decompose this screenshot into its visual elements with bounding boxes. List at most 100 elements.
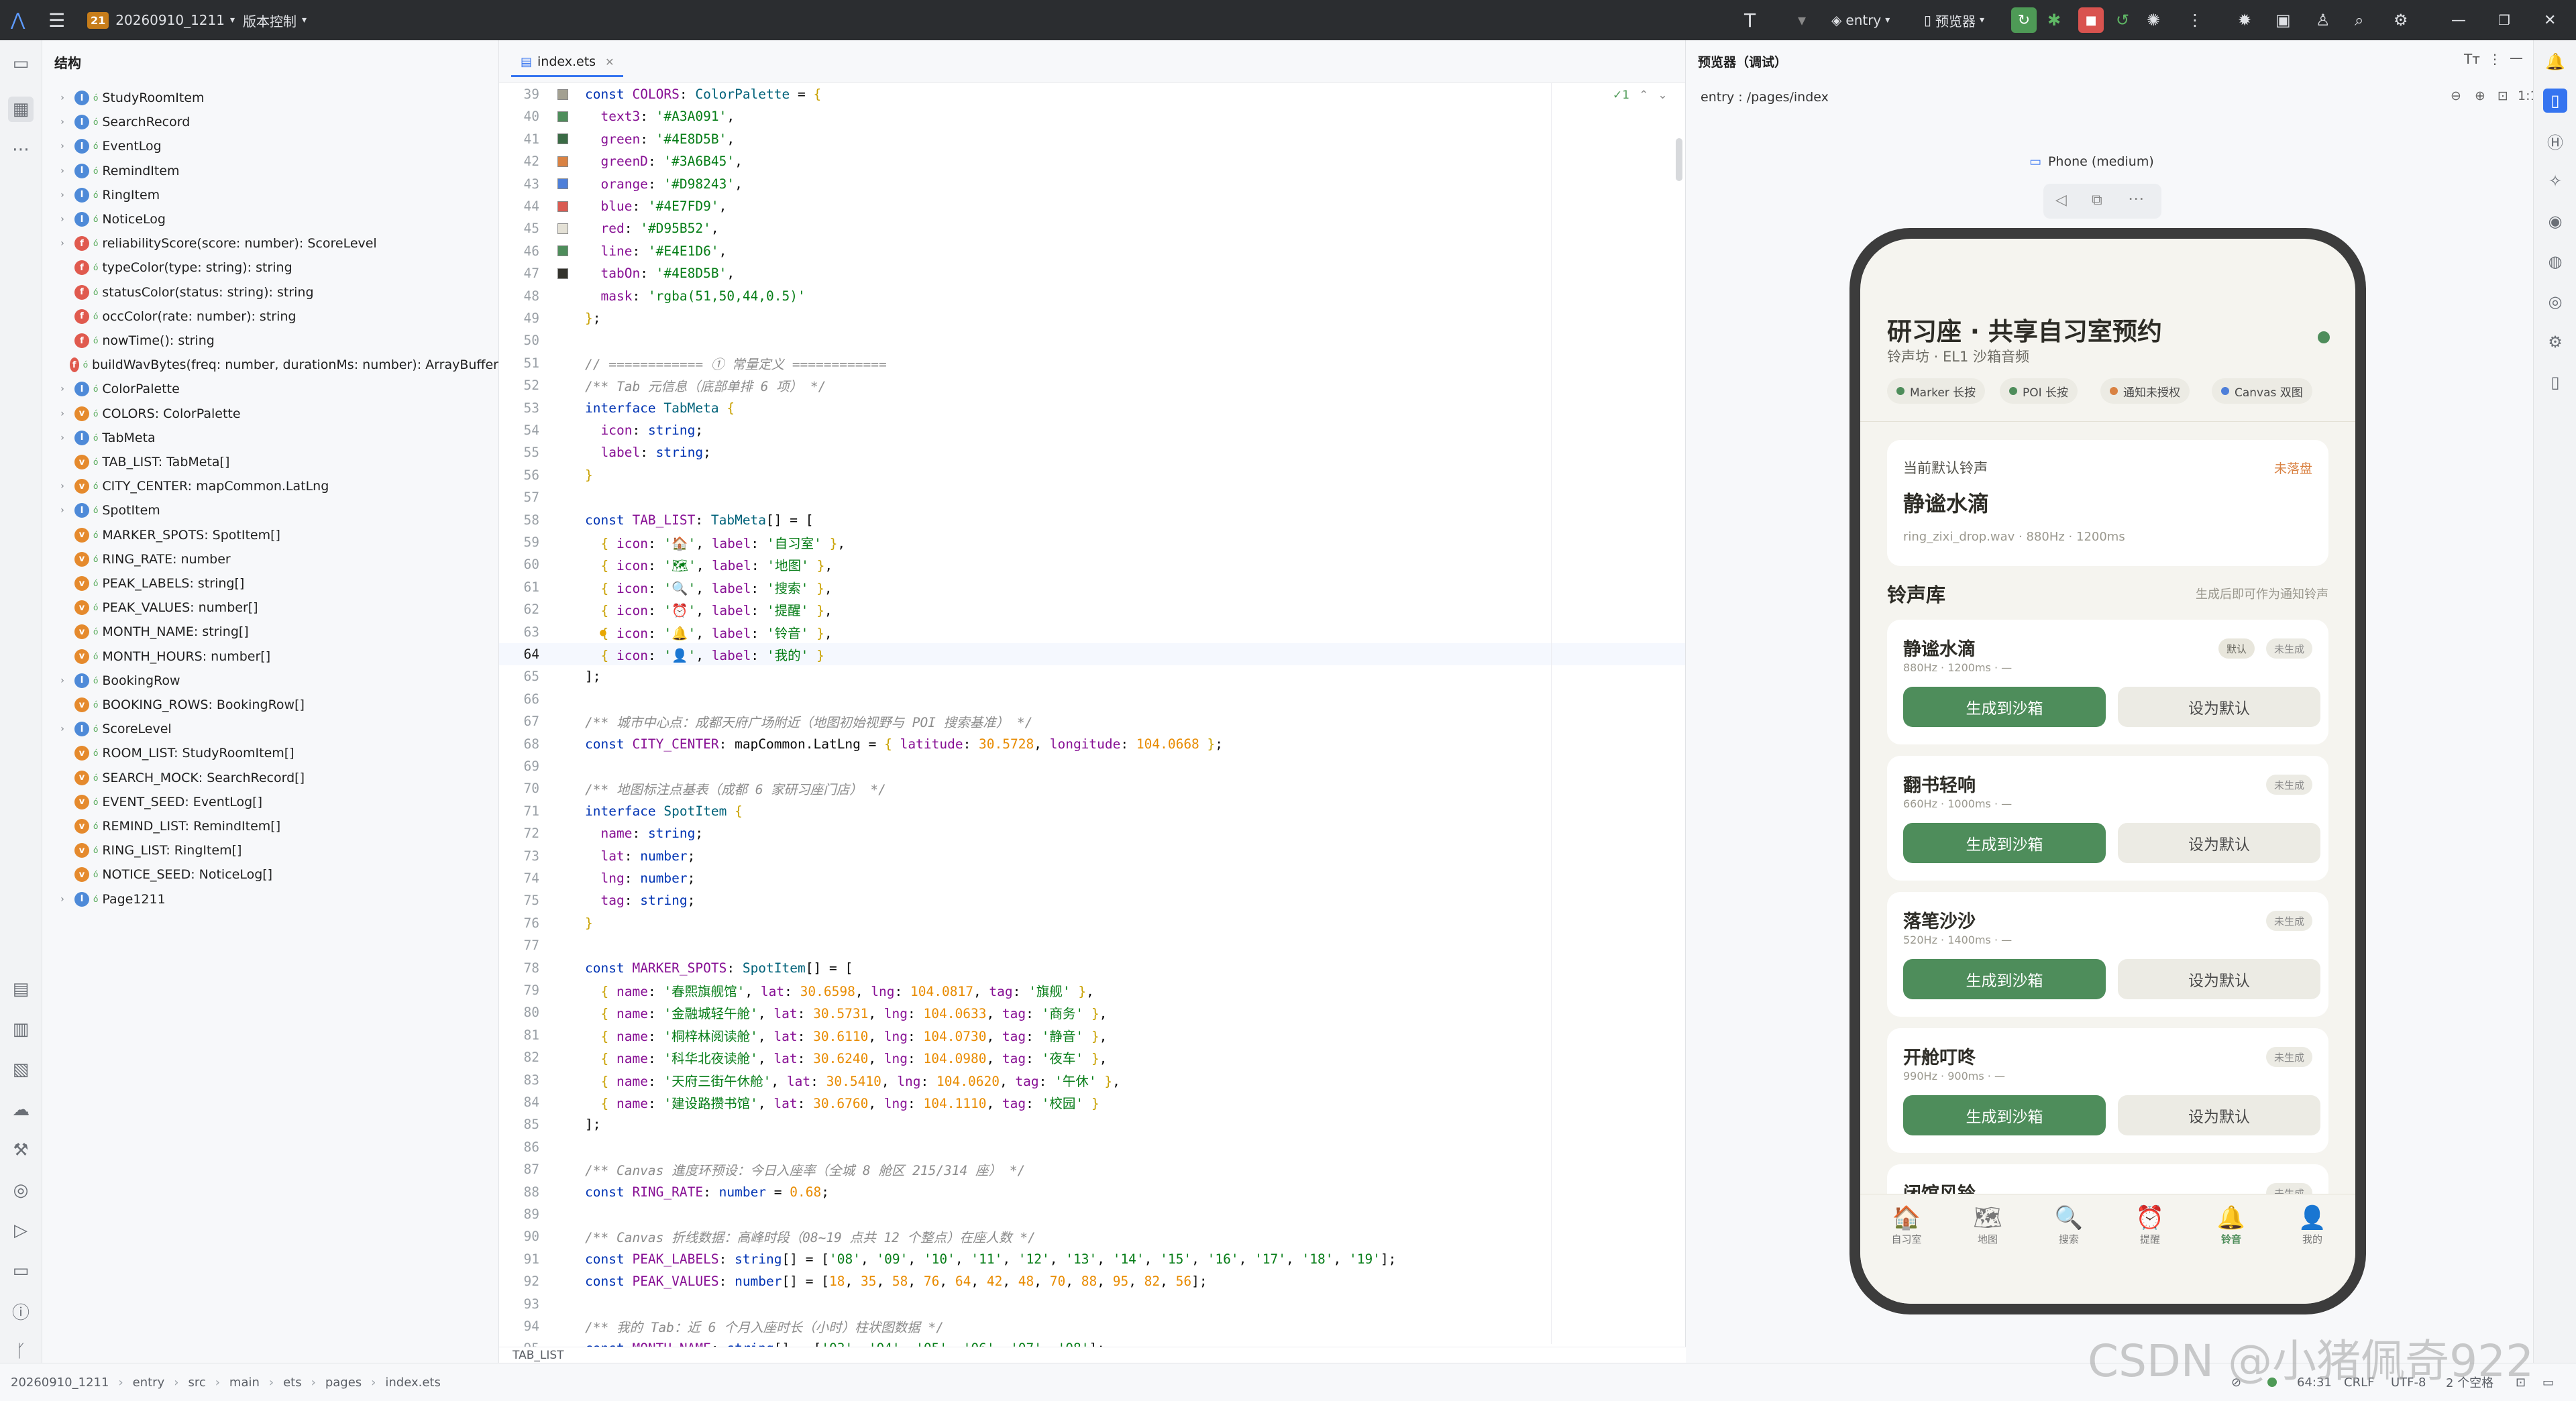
device-manager-icon[interactable]: ✹ [2238,0,2251,40]
line-number[interactable]: 43 [499,176,553,192]
device-type-label[interactable]: ▭ Phone (medium) [2029,154,2154,169]
line-number[interactable]: 59 [499,535,553,550]
copilot-icon[interactable]: ◉ [2543,209,2567,233]
gear-small-icon[interactable]: ⚙ [2543,330,2567,354]
restore-icon[interactable]: ❐ [2498,0,2510,40]
line-number[interactable]: 88 [499,1184,553,1200]
structure-item[interactable]: v ó TAB_LIST: TabMeta[] [42,450,498,474]
color-swatch-icon[interactable] [557,201,568,212]
structure-item[interactable]: f ó typeColor(type: string): string [42,256,498,280]
settings-gear-icon[interactable]: ⚙ [2394,0,2408,40]
structure-item[interactable]: › Ió EventLog [42,134,498,158]
arkui-inspector-icon[interactable]: ◍ [2543,249,2567,274]
structure-item[interactable]: v ó PEAK_LABELS: string[] [42,571,498,596]
rotate-icon[interactable]: ⧉ [2092,192,2102,209]
line-number[interactable]: 51 [499,355,553,371]
profiler-icon[interactable]: ✺ [2147,0,2160,40]
breadcrumb-item[interactable]: src [188,1376,205,1390]
line-number[interactable]: 65 [499,669,553,684]
color-swatch-icon[interactable] [557,156,568,167]
structure-item[interactable]: › Ió ColorPalette [42,377,498,401]
structure-item[interactable]: f ó buildWavBytes(freq: number, durationMs… [42,353,498,377]
set-default-button[interactable]: 设为默认 [2118,687,2320,727]
line-number[interactable]: 46 [499,243,553,259]
services-icon[interactable]: ◎ [8,1178,34,1203]
line-number[interactable]: 79 [499,983,553,998]
debug-icon[interactable]: ✱ [2047,0,2061,40]
line-number[interactable]: 69 [499,759,553,774]
set-default-button[interactable]: 设为默认 [2118,1095,2320,1135]
tab-index-ets[interactable]: ▤ index.ets ✕ [511,48,624,77]
feature-chip[interactable]: Marker 长按 [1887,378,1986,404]
stop-button[interactable]: ■ [2078,0,2104,40]
line-number[interactable]: 91 [499,1251,553,1267]
line-number[interactable]: 87 [499,1162,553,1177]
zoom-in-icon[interactable]: ⊕ [2475,89,2485,103]
line-number[interactable]: 58 [499,512,553,528]
bookmarks-icon[interactable]: ▤ [8,976,34,1002]
line-number[interactable]: 40 [499,109,553,124]
structure-item[interactable]: › Ió BookingRow [42,669,498,693]
line-number[interactable]: 63 [499,624,553,640]
structure-item[interactable]: › Ió ScoreLevel [42,717,498,741]
problems-icon[interactable]: ⓘ [8,1298,34,1324]
chevron-right-icon[interactable]: › [56,505,69,516]
structure-item[interactable]: f ó statusColor(status: string): string [42,280,498,304]
account-icon[interactable]: ♙ [2316,0,2330,40]
structure-item[interactable]: › Ió NoticeLog [42,207,498,231]
tab-item[interactable]: 🗺 地图 [1954,1204,2021,1246]
line-number[interactable]: 86 [499,1139,553,1155]
line-number[interactable]: 61 [499,579,553,595]
chevron-right-icon[interactable]: › [56,214,69,225]
line-number[interactable]: 47 [499,266,553,281]
line-number[interactable]: 55 [499,445,553,460]
generate-button[interactable]: 生成到沙箱 [1903,1095,2106,1135]
run-config-select[interactable]: ◈ entry ▾ [1831,0,1890,40]
line-number[interactable]: 80 [499,1005,553,1020]
line-number[interactable]: 85 [499,1117,553,1132]
structure-item[interactable]: v ó RING_LIST: RingItem[] [42,838,498,862]
structure-item[interactable]: v ó REMIND_LIST: RemindItem[] [42,814,498,838]
tab-close-icon[interactable]: ✕ [605,56,614,68]
color-swatch-icon[interactable] [557,111,568,122]
close-icon[interactable]: ✕ [2544,0,2556,40]
line-number[interactable]: 56 [499,467,553,483]
feature-chip[interactable]: POI 长按 [2000,378,2078,404]
line-number[interactable]: 73 [499,848,553,864]
line-number[interactable]: 44 [499,199,553,214]
feature-chip[interactable]: 通知未授权 [2100,378,2190,404]
breadcrumb-item[interactable]: index.ets [385,1376,440,1390]
line-number[interactable]: 81 [499,1027,553,1043]
generate-button[interactable]: 生成到沙箱 [1903,823,2106,863]
tab-item[interactable]: 🔍 搜索 [2035,1204,2102,1246]
chevron-right-icon[interactable]: › [56,190,69,201]
structure-item[interactable]: v ó MONTH_NAME: string[] [42,620,498,644]
eye-icon[interactable]: ◎ [2543,290,2567,314]
line-number[interactable]: 48 [499,288,553,304]
structure-item[interactable]: v ó NOTICE_SEED: NoticeLog[] [42,862,498,887]
more-options-icon[interactable]: ⋯ [2128,189,2144,208]
breadcrumb-item[interactable]: ets [283,1376,302,1390]
structure-item[interactable]: › v ó CITY_CENTER: mapCommon.LatLng [42,474,498,498]
line-number[interactable]: 82 [499,1050,553,1065]
structure-item[interactable]: v ó RING_RATE: number [42,547,498,571]
build-icon[interactable]: ⚒ [8,1137,34,1163]
line-number[interactable]: 50 [499,333,553,348]
structure-item[interactable]: › v ó COLORS: ColorPalette [42,402,498,426]
chevron-right-icon[interactable]: › [56,141,69,152]
structure-item[interactable]: › Ió Page1211 [42,887,498,911]
harmony-icon[interactable]: Ⓗ [2543,129,2567,153]
structure-item[interactable]: › Ió SpotItem [42,498,498,522]
line-number[interactable]: 45 [499,221,553,236]
line-number[interactable]: 77 [499,938,553,953]
chevron-right-icon[interactable]: › [56,408,69,419]
search-icon[interactable]: ⌕ [2355,0,2363,40]
line-number[interactable]: 52 [499,378,553,393]
line-number[interactable]: 66 [499,691,553,707]
tab-item[interactable]: 🔔 铃音 [2198,1204,2265,1246]
structure-view-icon[interactable]: ▦ [8,97,34,122]
chevron-right-icon[interactable]: › [56,384,69,394]
line-number[interactable]: 93 [499,1296,553,1312]
layers-icon[interactable]: ▥ [8,1017,34,1042]
line-number[interactable]: 49 [499,311,553,326]
